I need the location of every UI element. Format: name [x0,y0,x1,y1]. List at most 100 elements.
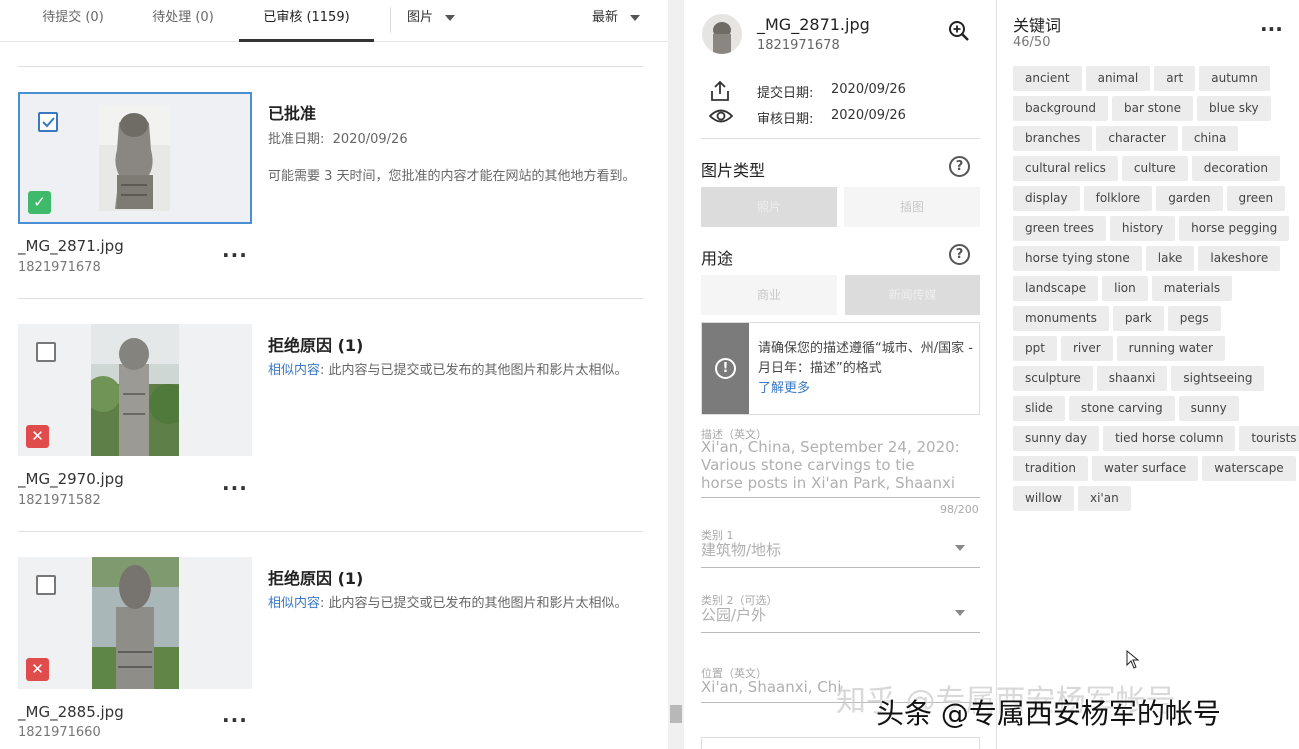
keyword-tag[interactable]: art [1154,66,1196,91]
keyword-tag[interactable]: sculpture [1013,366,1093,391]
category1-select[interactable]: 建筑物/地标 [701,541,961,559]
sort-dropdown[interactable]: 最新 [592,0,641,36]
eye-icon [709,109,733,123]
keyword-tag[interactable]: sightseeing [1171,366,1265,391]
description-input[interactable]: Xi'an, China, September 24, 2020: Variou… [701,438,961,492]
item-filename: _MG_2970.jpg [18,470,124,488]
keyword-tag[interactable]: green trees [1013,216,1106,241]
photo-stone-lion [99,105,170,211]
keyword-tag[interactable]: cultural relics [1013,156,1118,181]
tab-to-submit[interactable]: 待提交 (0) [18,0,128,42]
help-icon[interactable]: ? [949,244,970,265]
keyword-tag[interactable]: bar stone [1111,96,1193,121]
item-thumbnail[interactable]: ✕ [18,324,252,456]
keyword-tag[interactable]: animal [1085,66,1151,91]
keyword-tag[interactable]: lake [1145,246,1195,271]
keyword-tag[interactable]: xi'an [1077,486,1131,511]
keyword-tag[interactable]: shaanxi [1096,366,1168,391]
keyword-tag[interactable]: waterscape [1202,456,1296,481]
more-options-icon[interactable]: ··· [222,245,248,265]
keyword-tag[interactable]: display [1013,186,1080,211]
select-checkbox[interactable] [38,112,58,132]
keyword-tag[interactable]: lion [1102,276,1148,301]
keyword-tag[interactable]: blue sky [1197,96,1271,121]
item-thumbnail[interactable]: ✓ [18,92,252,224]
keyword-tag[interactable]: materials [1151,276,1233,301]
description-char-count: 98/200 [940,503,979,516]
rejection-reason: 相似内容: 此内容与已提交或已发布的其他图片和影片太相似。 [268,359,640,383]
keyword-tag[interactable]: garden [1156,186,1223,211]
sort-value: 最新 [592,10,619,25]
keyword-tag[interactable]: lakeshore [1198,246,1281,271]
keyword-tag[interactable]: green [1226,186,1286,211]
scrollbar-thumb[interactable] [670,705,682,723]
keyword-tag[interactable]: tradition [1013,456,1088,481]
photo-horse-post-trees [91,324,179,456]
keyword-tag[interactable]: slide [1013,396,1065,421]
keyword-tag[interactable]: pegs [1167,306,1221,331]
keyword-tag[interactable]: sunny day [1013,426,1100,451]
keyword-row: background bar stone blue sky [1013,96,1289,126]
rejected-status-icon: ✕ [26,658,49,681]
keyword-tag[interactable]: running water [1116,336,1225,361]
usage-title: 用途 [701,249,734,268]
rejection-reason-text: : 此内容与已提交或已发布的其他图片和影片太相似。 [320,596,628,611]
keyword-tag[interactable]: river [1060,336,1113,361]
more-options-icon[interactable]: ··· [1260,19,1283,39]
keyword-tag[interactable]: sunny [1178,396,1239,421]
item-thumbnail[interactable]: ✕ [18,557,252,689]
keyword-tag[interactable]: decoration [1191,156,1280,181]
keyword-tag[interactable]: willow [1013,486,1074,511]
keyword-tag[interactable]: history [1109,216,1176,241]
chevron-down-icon[interactable] [955,545,965,551]
next-field-box[interactable] [701,737,980,749]
keyword-tag[interactable]: park [1112,306,1164,331]
tab-pending[interactable]: 待处理 (0) [128,0,238,42]
keyword-tag[interactable]: branches [1013,126,1093,151]
keyword-tag[interactable]: monuments [1013,306,1109,331]
keyword-row: willow xi'an [1013,486,1289,516]
similar-content-link[interactable]: 相似内容 [268,363,320,378]
more-options-icon[interactable]: ··· [222,478,248,498]
category2-select[interactable]: 公园/户外 [701,606,961,624]
more-options-icon[interactable]: ··· [222,710,248,730]
keyword-tag[interactable]: autumn [1199,66,1270,91]
watermark: 头条 @专属西安杨军的帐号 [876,697,1221,730]
keyword-tag[interactable]: tourists [1239,426,1299,451]
submit-date-value: 2020/09/26 [831,82,906,97]
learn-more-link[interactable]: 了解更多 [758,381,810,396]
tab-reviewed[interactable]: 已审核 (1159) [239,0,374,42]
keyword-tag[interactable]: ancient [1013,66,1082,91]
keyword-tag[interactable]: china [1181,126,1239,151]
keyword-tag[interactable]: horse pegging [1179,216,1290,241]
keyword-row: display folklore garden green [1013,186,1289,216]
keyword-tag[interactable]: background [1013,96,1108,121]
chevron-down-icon[interactable] [955,610,965,616]
keyword-row: monuments park pegs [1013,306,1289,336]
submission-list-panel: 待提交 (0) 待处理 (0) 已审核 (1159) 图片 最新 ✓ _MG_2… [0,0,668,749]
help-icon[interactable]: ? [949,156,970,177]
list-scrollbar[interactable] [668,0,684,749]
image-type-illustration-option[interactable]: 插图 [844,187,980,227]
keyword-tag[interactable]: character [1096,126,1178,151]
image-type-photo-option[interactable]: 照片 [701,187,837,227]
usage-commercial-option[interactable]: 商业 [701,275,837,315]
keyword-tag[interactable]: culture [1121,156,1188,181]
keyword-tag[interactable]: stone carving [1068,396,1175,421]
keyword-tag[interactable]: water surface [1091,456,1199,481]
keyword-tag[interactable]: ppt [1013,336,1057,361]
keyword-tag[interactable]: tied horse column [1103,426,1236,451]
keyword-tag[interactable]: landscape [1013,276,1099,301]
mouse-cursor-icon [1126,650,1140,669]
select-checkbox[interactable] [36,342,56,362]
approval-message: 可能需要 3 天时间，您批准的内容才能在网站的其他地方看到。 [268,169,636,184]
alert-text: 请确保您的描述遵循“城市、州/国家 - 月日年：描述”的格式 了解更多 [758,339,976,399]
select-checkbox[interactable] [36,575,56,595]
zoom-in-icon[interactable] [948,20,970,42]
approval-date-label: 批准日期: [268,132,325,147]
keyword-tag[interactable]: folklore [1083,186,1153,211]
keyword-tag[interactable]: horse tying stone [1013,246,1142,271]
similar-content-link[interactable]: 相似内容 [268,596,320,611]
usage-editorial-option[interactable]: 新闻传媒 [845,275,980,315]
type-filter-dropdown[interactable]: 图片 [407,0,456,36]
